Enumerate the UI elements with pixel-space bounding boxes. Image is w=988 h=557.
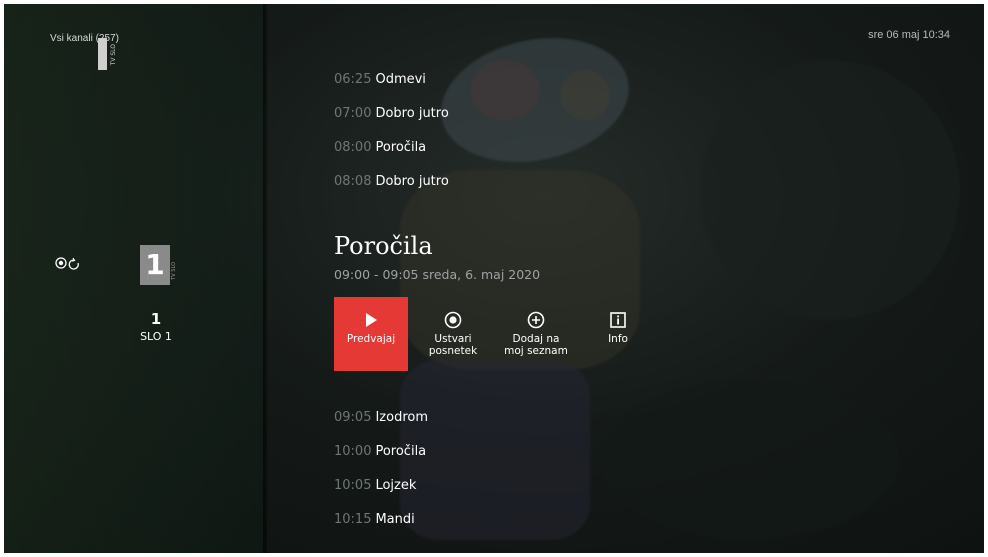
program-item[interactable]: 10:15 Mandi (334, 510, 415, 530)
tv-screen: Vsi kanali (257) TV SLO sre 06 maj 10:34… (0, 0, 988, 557)
clock: sre 06 maj 10:34 (868, 29, 950, 41)
program-title: Odmevi (375, 72, 426, 87)
info-icon (610, 312, 626, 328)
channel-logo-small-badge: TV SLO (110, 44, 117, 66)
program-detail-time: 09:00 - 09:05 sreda, 6. maj 2020 (334, 267, 541, 282)
channel-number: 1 (150, 310, 162, 328)
channel-panel (0, 0, 265, 557)
program-time: 08:08 (334, 174, 372, 189)
play-button[interactable]: Predvajaj (334, 297, 408, 371)
info-button[interactable]: Info (581, 297, 655, 371)
program-time: 06:25 (334, 72, 372, 87)
channels-filter[interactable]: Vsi kanali (257) (50, 33, 119, 44)
program-title: Lojzek (375, 478, 417, 493)
record-button-label-2: posnetek (428, 345, 478, 357)
program-detail-title: Poročila (334, 232, 433, 260)
program-item[interactable]: 06:25 Odmevi (334, 70, 426, 90)
program-item[interactable]: 08:00 Poročila (334, 138, 426, 158)
program-item[interactable]: 10:05 Lojzek (334, 476, 416, 496)
channel-logo-small (98, 38, 107, 70)
play-icon (366, 313, 377, 327)
add-to-list-label: Dodaj na (512, 333, 560, 345)
program-item[interactable]: 07:00 Dobro jutro (334, 104, 449, 124)
info-button-label: Info (608, 333, 628, 345)
program-title: Poročila (375, 444, 427, 459)
program-title: Dobro jutro (375, 106, 449, 121)
record-button-label: Ustvari (434, 333, 472, 345)
add-to-list-label-2: moj seznam (504, 345, 568, 357)
program-item[interactable]: 10:00 Poročila (334, 442, 426, 462)
record-button[interactable]: Ustvari posnetek (416, 297, 490, 371)
record-icon (444, 311, 462, 329)
program-item[interactable]: 08:08 Dobro jutro (334, 172, 449, 192)
program-title: Dobro jutro (375, 174, 449, 189)
add-circle-icon (527, 311, 545, 329)
channel-logo: 1 (140, 245, 170, 285)
play-button-label: Predvajaj (346, 333, 396, 345)
channel-name: SLO 1 (140, 330, 172, 343)
program-time: 08:00 (334, 140, 372, 155)
program-time: 10:15 (334, 512, 372, 527)
program-time: 10:00 (334, 444, 372, 459)
program-title: Poročila (375, 140, 427, 155)
program-item[interactable]: 09:05 Izodrom (334, 408, 428, 428)
program-title: Mandi (375, 512, 415, 527)
program-time: 09:05 (334, 410, 372, 425)
add-to-list-button[interactable]: Dodaj na moj seznam (499, 297, 573, 371)
program-title: Izodrom (375, 410, 429, 425)
channel-logo-badge: TV SLO (171, 262, 177, 280)
record-restart-icons (55, 256, 87, 273)
program-time: 10:05 (334, 478, 372, 493)
program-time: 07:00 (334, 106, 372, 121)
